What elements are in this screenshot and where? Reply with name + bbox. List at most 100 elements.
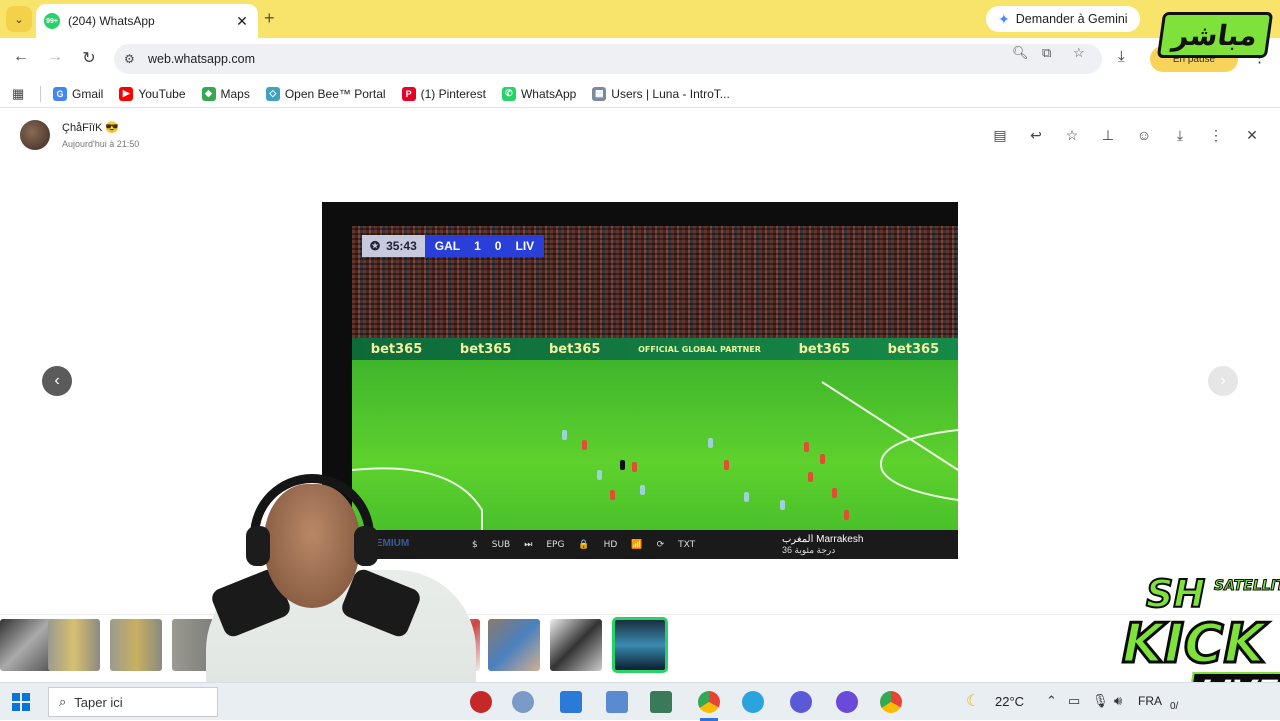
react-emoji-icon[interactable]: ☺	[1134, 125, 1154, 145]
whatsapp-favicon-icon: 99+	[44, 13, 60, 29]
tv-control-button: HD	[603, 539, 618, 550]
bookmark-item[interactable]: ✆ WhatsApp	[501, 86, 576, 101]
taskbar-app-icon[interactable]	[560, 691, 582, 713]
go-to-message-icon[interactable]: ▤	[990, 125, 1010, 145]
bookmark-favicon-icon: G	[53, 86, 67, 101]
telegram-icon[interactable]	[742, 691, 764, 713]
bookmark-item[interactable]: ▶ YouTube	[119, 86, 186, 101]
clock[interactable]: 0/	[1170, 701, 1178, 712]
tv-channel-ar: المغرب	[782, 534, 814, 545]
pin-icon[interactable]: ⊥	[1098, 125, 1118, 145]
address-bar[interactable]: ⚙ web.whatsapp.com	[114, 44, 1102, 74]
media-viewer-header: ÇhåFîïK 😎 Aujourd'hui à 21:50 ▤ ↩ ☆ ⊥ ☺ …	[0, 112, 1280, 160]
tab-whatsapp[interactable]: 99+ (204) WhatsApp ✕	[36, 4, 258, 38]
media-thumbnail[interactable]	[110, 619, 162, 671]
back-arrow-icon[interactable]: ←	[10, 48, 32, 66]
media-thumbnail[interactable]	[488, 619, 540, 671]
bookmark-label: Maps	[220, 86, 250, 101]
download-icon[interactable]: ⤓	[1118, 48, 1125, 65]
bookmark-favicon-icon: ◆	[201, 86, 216, 101]
network-icon[interactable]: ▭	[1068, 693, 1080, 709]
media-thumbnail[interactable]	[550, 619, 602, 671]
close-tab-icon[interactable]: ✕	[234, 13, 250, 30]
sent-timestamp: Aujourd'hui à 21:50	[62, 139, 140, 149]
bookmark-label: Open Bee™ Portal	[284, 86, 386, 101]
away-score: 0	[494, 239, 502, 253]
match-clock: ✪ 35:43	[362, 235, 425, 257]
weather-moon-icon[interactable]: ☾	[966, 691, 980, 711]
gemini-button[interactable]: ✦ Demander à Gemini	[986, 6, 1140, 32]
avatar[interactable]	[20, 120, 50, 150]
bookmark-item[interactable]: ▦ Users | Luna - IntroT...	[592, 86, 730, 101]
taskbar-app-icon[interactable]	[512, 691, 534, 713]
bookmark-item[interactable]: G Gmail	[53, 86, 103, 101]
reply-icon[interactable]: ↩	[1026, 125, 1046, 145]
more-options-icon[interactable]: ⋮	[1206, 125, 1226, 145]
bookmark-star-icon[interactable]: ☆	[1073, 45, 1085, 61]
calculator-icon[interactable]	[606, 691, 628, 713]
input-language[interactable]: FRA	[1138, 694, 1162, 708]
url-text[interactable]: web.whatsapp.com	[148, 52, 255, 66]
player-marker	[597, 470, 602, 480]
apps-grid-icon[interactable]: ▦	[12, 86, 26, 102]
microphone-icon[interactable]: 🎙︎	[1092, 693, 1109, 709]
media-thumbnail[interactable]	[48, 619, 100, 671]
star-icon[interactable]: ☆	[1062, 125, 1082, 145]
home-score: 1	[474, 239, 481, 253]
reload-icon[interactable]: ↻	[78, 48, 100, 68]
download-media-icon[interactable]: ⤓	[1170, 125, 1190, 145]
ad-text: bet365	[370, 341, 423, 357]
bookmark-label: YouTube	[138, 86, 186, 101]
temperature[interactable]: 22°C	[995, 694, 1024, 709]
taskbar-app-icon[interactable]	[470, 691, 492, 713]
bookmark-item[interactable]: ◇ Open Bee™ Portal	[265, 86, 386, 101]
site-info-icon[interactable]: ⚙	[124, 52, 144, 66]
bookmark-item[interactable]: ◆ Maps	[201, 86, 250, 101]
match-clock-value: 35:43	[386, 239, 417, 253]
messenger-icon[interactable]	[836, 691, 858, 713]
windows-start-icon[interactable]	[12, 693, 30, 711]
tab-strip: ⌄ 99+ (204) WhatsApp ✕ + ✦ Demander à Ge…	[0, 0, 1280, 38]
tv-control-button: 📶	[631, 539, 643, 550]
tv-control-button: SUB	[491, 539, 511, 550]
new-tab-button[interactable]: +	[264, 8, 275, 29]
home-team: GAL	[434, 239, 461, 253]
bookmark-label: Users | Luna - IntroT...	[611, 86, 730, 101]
player-marker	[832, 488, 837, 498]
media-thumbnail[interactable]	[0, 619, 52, 671]
previous-media-button[interactable]: ‹	[42, 366, 72, 396]
close-icon[interactable]: ✕	[1242, 125, 1262, 145]
browser-toolbar: ← → ↻ ⚙ web.whatsapp.com 🔍︎ ⧉ ☆ ⤓ En pau…	[0, 38, 1280, 80]
chrome-icon[interactable]	[698, 691, 720, 721]
media-thumbnail-selected[interactable]	[612, 617, 668, 673]
tv-control-button: ⟳	[656, 539, 665, 550]
tab-search-button[interactable]: ⌄	[6, 6, 32, 32]
partner-text: OFFICIAL GLOBAL PARTNER	[638, 344, 761, 354]
player-marker	[640, 485, 645, 495]
bookmark-favicon-icon: P	[401, 86, 416, 101]
ad-board: bet365 bet365 bet365 OFFICIAL GLOBAL PAR…	[352, 338, 958, 360]
taskbar-search[interactable]: ⌕ Taper ici	[48, 687, 218, 717]
bookmark-favicon-icon: ▶	[119, 86, 134, 101]
forward-arrow-icon[interactable]: →	[44, 48, 66, 66]
away-team: LIV	[515, 239, 535, 253]
score-teams: GAL 1 0 LIV	[424, 235, 545, 257]
taskbar-app-icon[interactable]	[790, 691, 812, 713]
logo-sh: SH	[1145, 571, 1206, 617]
player-marker	[804, 442, 809, 452]
chevron-up-icon[interactable]: ⌃	[1046, 693, 1057, 709]
player-marker	[620, 460, 625, 470]
bookmark-label: (1) Pinterest	[420, 86, 486, 101]
sender-name: ÇhåFîïK 😎	[62, 122, 120, 134]
next-media-button[interactable]: ›	[1208, 366, 1238, 396]
windows-taskbar: ⌕ Taper ici ☾ 22°C ⌃ ▭ 🎙︎ 🔊︎ FRA 0/	[0, 682, 1280, 721]
logo-satellite: SATELLITE	[1214, 578, 1280, 595]
taskbar-app-icon[interactable]	[650, 691, 672, 713]
zoom-icon[interactable]: 🔍︎	[1012, 45, 1029, 61]
bookmark-item[interactable]: P (1) Pinterest	[401, 86, 486, 101]
chrome-icon[interactable]	[880, 691, 902, 713]
logo-kick: KICK	[1120, 611, 1266, 677]
player-marker	[808, 472, 813, 482]
volume-icon[interactable]: 🔊︎	[1114, 693, 1122, 709]
install-app-icon[interactable]: ⧉	[1042, 45, 1051, 61]
